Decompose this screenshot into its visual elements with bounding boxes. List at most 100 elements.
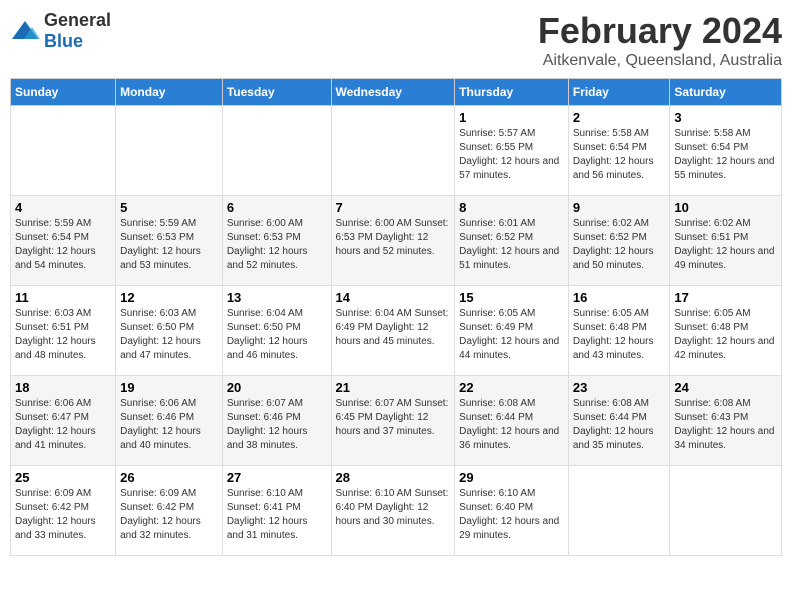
day-number: 29 <box>459 470 564 485</box>
calendar-cell: 19 Sunrise: 6:06 AM Sunset: 6:46 PM Dayli… <box>116 376 223 466</box>
week-row-4: 18Sunrise: 6:06 AM Sunset: 6:47 PM Dayli… <box>11 376 782 466</box>
calendar-cell: 22 Sunrise: 6:08 AM Sunset: 6:44 PM Dayli… <box>455 376 569 466</box>
calendar-cell: 20 Sunrise: 6:07 AM Sunset: 6:46 PM Dayli… <box>222 376 331 466</box>
day-info: Sunrise: 6:04 AM Sunset: 6:50 PM Dayligh… <box>227 307 327 363</box>
logo: General Blue <box>10 10 111 52</box>
day-info: Sunrise: 6:06 AM Sunset: 6:46 PM Dayligh… <box>120 397 218 453</box>
day-info: Sunrise: 6:05 AM Sunset: 6:48 PM Dayligh… <box>573 307 666 363</box>
day-number: 13 <box>227 290 327 305</box>
title-area: February 2024 Aitkenvale, Queensland, Au… <box>538 10 782 70</box>
calendar-cell: 2 Sunrise: 5:58 AM Sunset: 6:54 PM Daylig… <box>568 106 670 196</box>
calendar-cell <box>670 466 782 556</box>
day-number: 24 <box>674 380 777 395</box>
calendar-cell <box>116 106 223 196</box>
day-number: 20 <box>227 380 327 395</box>
day-number: 2 <box>573 110 666 125</box>
day-info: Sunrise: 6:05 AM Sunset: 6:49 PM Dayligh… <box>459 307 564 363</box>
day-info: Sunrise: 6:04 AM Sunset: 6:49 PM Dayligh… <box>336 307 451 349</box>
calendar-cell: 1 Sunrise: 5:57 AM Sunset: 6:55 PM Daylig… <box>455 106 569 196</box>
calendar-cell: 9 Sunrise: 6:02 AM Sunset: 6:52 PM Daylig… <box>568 196 670 286</box>
calendar-cell: 10Sunrise: 6:02 AM Sunset: 6:51 PM Dayli… <box>670 196 782 286</box>
calendar-cell: 5 Sunrise: 5:59 AM Sunset: 6:53 PM Daylig… <box>116 196 223 286</box>
col-header-monday: Monday <box>116 79 223 106</box>
day-number: 11 <box>15 290 111 305</box>
calendar-cell: 3 Sunrise: 5:58 AM Sunset: 6:54 PM Daylig… <box>670 106 782 196</box>
calendar-cell: 18Sunrise: 6:06 AM Sunset: 6:47 PM Dayli… <box>11 376 116 466</box>
week-row-2: 4 Sunrise: 5:59 AM Sunset: 6:54 PM Daylig… <box>11 196 782 286</box>
day-number: 22 <box>459 380 564 395</box>
calendar-cell: 13 Sunrise: 6:04 AM Sunset: 6:50 PM Dayli… <box>222 286 331 376</box>
day-info: Sunrise: 6:08 AM Sunset: 6:43 PM Dayligh… <box>674 397 777 453</box>
day-number: 28 <box>336 470 451 485</box>
calendar-cell: 24 Sunrise: 6:08 AM Sunset: 6:43 PM Dayli… <box>670 376 782 466</box>
day-number: 26 <box>120 470 218 485</box>
day-info: Sunrise: 6:08 AM Sunset: 6:44 PM Dayligh… <box>459 397 564 453</box>
day-number: 1 <box>459 110 564 125</box>
calendar-cell: 15 Sunrise: 6:05 AM Sunset: 6:49 PM Dayli… <box>455 286 569 376</box>
logo-icon <box>10 19 40 43</box>
day-number: 9 <box>573 200 666 215</box>
day-number: 18 <box>15 380 111 395</box>
day-info: Sunrise: 6:00 AM Sunset: 6:53 PM Dayligh… <box>227 217 327 273</box>
day-number: 6 <box>227 200 327 215</box>
day-info: Sunrise: 5:58 AM Sunset: 6:54 PM Dayligh… <box>674 127 777 183</box>
day-info: Sunrise: 6:09 AM Sunset: 6:42 PM Dayligh… <box>120 487 218 543</box>
calendar-cell: 16 Sunrise: 6:05 AM Sunset: 6:48 PM Dayli… <box>568 286 670 376</box>
calendar-cell: 25Sunrise: 6:09 AM Sunset: 6:42 PM Dayli… <box>11 466 116 556</box>
day-number: 23 <box>573 380 666 395</box>
day-info: Sunrise: 5:59 AM Sunset: 6:53 PM Dayligh… <box>120 217 218 273</box>
calendar-cell: 7Sunrise: 6:00 AM Sunset: 6:53 PM Daylig… <box>331 196 455 286</box>
week-row-3: 11 Sunrise: 6:03 AM Sunset: 6:51 PM Dayli… <box>11 286 782 376</box>
col-header-thursday: Thursday <box>455 79 569 106</box>
day-number: 8 <box>459 200 564 215</box>
main-title: February 2024 <box>538 10 782 52</box>
calendar-cell: 29 Sunrise: 6:10 AM Sunset: 6:40 PM Dayli… <box>455 466 569 556</box>
day-info: Sunrise: 5:57 AM Sunset: 6:55 PM Dayligh… <box>459 127 564 183</box>
col-header-saturday: Saturday <box>670 79 782 106</box>
day-info: Sunrise: 6:07 AM Sunset: 6:46 PM Dayligh… <box>227 397 327 453</box>
day-number: 19 <box>120 380 218 395</box>
header: General Blue February 2024 Aitkenvale, Q… <box>10 10 782 70</box>
day-info: Sunrise: 6:05 AM Sunset: 6:48 PM Dayligh… <box>674 307 777 363</box>
calendar-cell: 21 Sunrise: 6:07 AM Sunset: 6:45 PM Dayli… <box>331 376 455 466</box>
day-info: Sunrise: 5:59 AM Sunset: 6:54 PM Dayligh… <box>15 217 111 273</box>
day-info: Sunrise: 6:00 AM Sunset: 6:53 PM Dayligh… <box>336 217 451 259</box>
day-number: 16 <box>573 290 666 305</box>
calendar-cell: 8 Sunrise: 6:01 AM Sunset: 6:52 PM Daylig… <box>455 196 569 286</box>
day-number: 21 <box>336 380 451 395</box>
day-info: Sunrise: 6:02 AM Sunset: 6:51 PM Dayligh… <box>674 217 777 273</box>
calendar-cell: 4 Sunrise: 5:59 AM Sunset: 6:54 PM Daylig… <box>11 196 116 286</box>
calendar-table: SundayMondayTuesdayWednesdayThursdayFrid… <box>10 78 782 556</box>
calendar-cell <box>331 106 455 196</box>
calendar-cell: 17 Sunrise: 6:05 AM Sunset: 6:48 PM Dayli… <box>670 286 782 376</box>
calendar-cell: 6 Sunrise: 6:00 AM Sunset: 6:53 PM Daylig… <box>222 196 331 286</box>
calendar-cell: 23Sunrise: 6:08 AM Sunset: 6:44 PM Dayli… <box>568 376 670 466</box>
calendar-cell <box>11 106 116 196</box>
calendar-cell <box>568 466 670 556</box>
day-number: 15 <box>459 290 564 305</box>
week-row-1: 1 Sunrise: 5:57 AM Sunset: 6:55 PM Daylig… <box>11 106 782 196</box>
calendar-cell: 27Sunrise: 6:10 AM Sunset: 6:41 PM Dayli… <box>222 466 331 556</box>
calendar-cell: 28Sunrise: 6:10 AM Sunset: 6:40 PM Dayli… <box>331 466 455 556</box>
day-info: Sunrise: 6:10 AM Sunset: 6:41 PM Dayligh… <box>227 487 327 543</box>
week-row-5: 25Sunrise: 6:09 AM Sunset: 6:42 PM Dayli… <box>11 466 782 556</box>
day-number: 4 <box>15 200 111 215</box>
col-header-tuesday: Tuesday <box>222 79 331 106</box>
day-info: Sunrise: 6:01 AM Sunset: 6:52 PM Dayligh… <box>459 217 564 273</box>
day-info: Sunrise: 6:03 AM Sunset: 6:51 PM Dayligh… <box>15 307 111 363</box>
day-number: 14 <box>336 290 451 305</box>
calendar-cell <box>222 106 331 196</box>
day-info: Sunrise: 5:58 AM Sunset: 6:54 PM Dayligh… <box>573 127 666 183</box>
day-info: Sunrise: 6:10 AM Sunset: 6:40 PM Dayligh… <box>459 487 564 543</box>
day-number: 12 <box>120 290 218 305</box>
calendar-cell: 12 Sunrise: 6:03 AM Sunset: 6:50 PM Dayli… <box>116 286 223 376</box>
day-number: 5 <box>120 200 218 215</box>
day-info: Sunrise: 6:02 AM Sunset: 6:52 PM Dayligh… <box>573 217 666 273</box>
day-number: 17 <box>674 290 777 305</box>
col-header-friday: Friday <box>568 79 670 106</box>
logo-blue-text: Blue <box>44 31 83 51</box>
calendar-cell: 11 Sunrise: 6:03 AM Sunset: 6:51 PM Dayli… <box>11 286 116 376</box>
day-info: Sunrise: 6:03 AM Sunset: 6:50 PM Dayligh… <box>120 307 218 363</box>
day-number: 3 <box>674 110 777 125</box>
day-info: Sunrise: 6:07 AM Sunset: 6:45 PM Dayligh… <box>336 397 451 439</box>
